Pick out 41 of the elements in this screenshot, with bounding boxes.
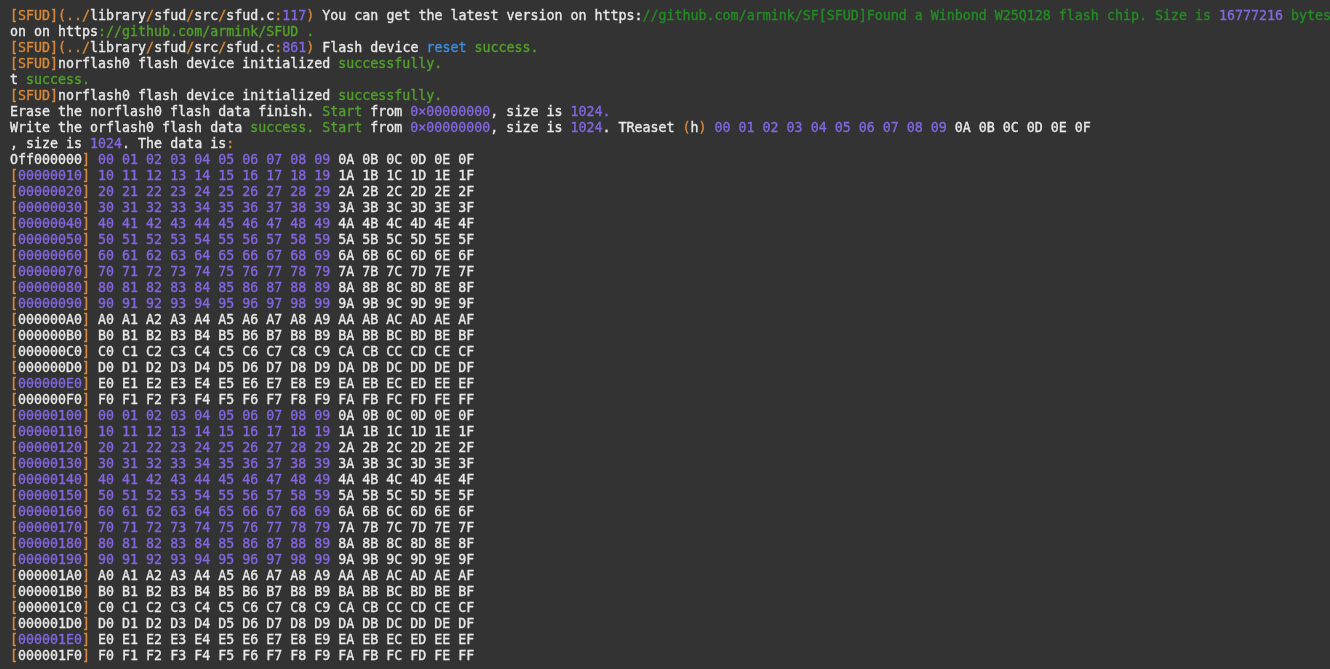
terminal-line: Write the orflash0 flash data success. Start from 0×00000000, size is 1024. TReaset (h) 00 01 02 03 04 05 06 07 08 09 0A 0B 0C 0D 0E 0F: [10, 120, 1091, 136]
terminal-line: [00000090] 90 91 92 93 94 95 96 97 98 99 9A 9B 9C 9D 9E 9F: [10, 296, 475, 312]
terminal-line: [000001E0] E0 E1 E2 E3 E4 E5 E6 E7 E8 E9 EA EB EC ED EE EF: [10, 632, 475, 648]
terminal-line: [000001C0] C0 C1 C2 C3 C4 C5 C6 C7 C8 C9 CA CB CC CD CE CF: [10, 600, 475, 616]
terminal-line: [00000070] 70 71 72 73 74 75 76 77 78 79 7A 7B 7C 7D 7E 7F: [10, 264, 475, 280]
terminal-line: [SFUD](../library/sfud/src/sfud.c:117) You can get the latest version on https://github.com/armink/SF[SFUD]Found a Winbond W25Q128 flash chip. Size is 16777216 bytes: [10, 8, 1330, 24]
terminal-line: , size is 1024. The data is:: [10, 136, 235, 152]
terminal-line: [000001B0] B0 B1 B2 B3 B4 B5 B6 B7 B8 B9 BA BB BC BD BE BF: [10, 584, 475, 600]
terminal-line: Erase the norflash0 flash data finish. Start from 0×00000000, size is 1024.: [10, 104, 611, 120]
terminal-line: [000001D0] D0 D1 D2 D3 D4 D5 D6 D7 D8 D9 DA DB DC DD DE DF: [10, 616, 475, 632]
terminal-line: [SFUD]norflash0 flash device initialized successfully.: [10, 88, 443, 104]
terminal-line: [00000120] 20 21 22 23 24 25 26 27 28 29 2A 2B 2C 2D 2E 2F: [10, 440, 475, 456]
terminal-line: [00000170] 70 71 72 73 74 75 76 77 78 79 7A 7B 7C 7D 7E 7F: [10, 520, 475, 536]
terminal-line: [00000110] 10 11 12 13 14 15 16 17 18 19 1A 1B 1C 1D 1E 1F: [10, 424, 475, 440]
terminal-line: [SFUD]norflash0 flash device initialized successfully.: [10, 56, 443, 72]
terminal-line: Off000000] 00 01 02 03 04 05 06 07 08 09 0A 0B 0C 0D 0E 0F: [10, 152, 475, 168]
terminal-line: t success.: [10, 72, 91, 88]
terminal-line: [00000020] 20 21 22 23 24 25 26 27 28 29 2A 2B 2C 2D 2E 2F: [10, 184, 475, 200]
terminal-line: [00000010] 10 11 12 13 14 15 16 17 18 19 1A 1B 1C 1D 1E 1F: [10, 168, 475, 184]
terminal-line: [00000100] 00 01 02 03 04 05 06 07 08 09 0A 0B 0C 0D 0E 0F: [10, 408, 475, 424]
terminal-line: [SFUD](../library/sfud/src/sfud.c:861) Flash device reset success.: [10, 40, 539, 56]
terminal-line: [00000160] 60 61 62 63 64 65 66 67 68 69 6A 6B 6C 6D 6E 6F: [10, 504, 475, 520]
terminal-line: [000000A0] A0 A1 A2 A3 A4 A5 A6 A7 A8 A9 AA AB AC AD AE AF: [10, 312, 475, 328]
terminal-line: [000001A0] A0 A1 A2 A3 A4 A5 A6 A7 A8 A9 AA AB AC AD AE AF: [10, 568, 475, 584]
terminal-line: [00000040] 40 41 42 43 44 45 46 47 48 49 4A 4B 4C 4D 4E 4F: [10, 216, 475, 232]
terminal-line: [000000E0] E0 E1 E2 E3 E4 E5 E6 E7 E8 E9 EA EB EC ED EE EF: [10, 376, 475, 392]
terminal-line: [00000180] 80 81 82 83 84 85 86 87 88 89 8A 8B 8C 8D 8E 8F: [10, 536, 475, 552]
terminal-line: [00000050] 50 51 52 53 54 55 56 57 58 59 5A 5B 5C 5D 5E 5F: [10, 232, 475, 248]
terminal-line: [00000060] 60 61 62 63 64 65 66 67 68 69 6A 6B 6C 6D 6E 6F: [10, 248, 475, 264]
terminal-line: [000000F0] F0 F1 F2 F3 F4 F5 F6 F7 F8 F9 FA FB FC FD FE FF: [10, 392, 475, 408]
terminal-line: [00000150] 50 51 52 53 54 55 56 57 58 59 5A 5B 5C 5D 5E 5F: [10, 488, 475, 504]
terminal-line: [00000130] 30 31 32 33 34 35 36 37 38 39 3A 3B 3C 3D 3E 3F: [10, 456, 475, 472]
terminal-line: [00000080] 80 81 82 83 84 85 86 87 88 89 8A 8B 8C 8D 8E 8F: [10, 280, 475, 296]
terminal-line: [000000C0] C0 C1 C2 C3 C4 C5 C6 C7 C8 C9 CA CB CC CD CE CF: [10, 344, 475, 360]
terminal-line: [00000190] 90 91 92 93 94 95 96 97 98 99 9A 9B 9C 9D 9E 9F: [10, 552, 475, 568]
terminal-line: [000000B0] B0 B1 B2 B3 B4 B5 B6 B7 B8 B9 BA BB BC BD BE BF: [10, 328, 475, 344]
terminal-line: [000001F0] F0 F1 F2 F3 F4 F5 F6 F7 F8 F9 FA FB FC FD FE FF: [10, 648, 475, 664]
terminal-line: [00000140] 40 41 42 43 44 45 46 47 48 49 4A 4B 4C 4D 4E 4F: [10, 472, 475, 488]
terminal-line: [000000D0] D0 D1 D2 D3 D4 D5 D6 D7 D8 D9 DA DB DC DD DE DF: [10, 360, 475, 376]
terminal-line: [00000030] 30 31 32 33 34 35 36 37 38 39 3A 3B 3C 3D 3E 3F: [10, 200, 475, 216]
terminal-line: on on https://github.com/armink/SFUD .: [10, 24, 315, 40]
